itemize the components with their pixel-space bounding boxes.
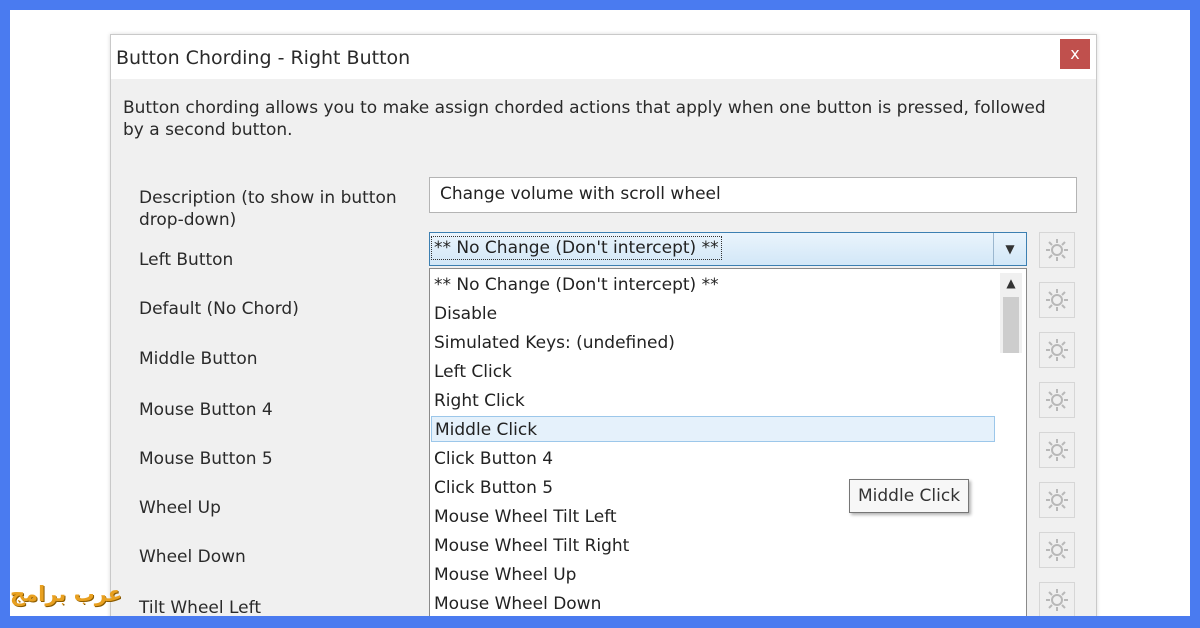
row-label-mouse-button-4: Mouse Button 4	[139, 400, 273, 420]
gear-icon[interactable]	[1039, 382, 1075, 418]
intro-text: Button chording allows you to make assig…	[123, 98, 1046, 140]
dropdown-option-highlighted[interactable]: Middle Click	[431, 416, 995, 442]
close-icon: x	[1070, 44, 1080, 63]
window-title: Button Chording - Right Button	[116, 47, 411, 69]
close-button[interactable]: x	[1060, 39, 1090, 69]
selected-action: ** No Change (Don't intercept) **	[431, 236, 722, 260]
row-label-left-button: Left Button	[139, 250, 234, 270]
dropdown-option[interactable]: ** No Change (Don't intercept) **	[434, 274, 719, 296]
row-label-middle-button: Middle Button	[139, 349, 258, 369]
dropdown-option[interactable]: Right Click	[434, 390, 525, 412]
gear-icon[interactable]	[1039, 232, 1075, 268]
left-button-action-select[interactable]: ** No Change (Don't intercept) ** ▼	[429, 232, 1027, 266]
watermark-logo: عرب برامج	[10, 582, 123, 606]
gear-icon[interactable]	[1039, 282, 1075, 318]
tooltip: Middle Click	[849, 479, 970, 513]
chevron-down-icon[interactable]: ▼	[993, 233, 1026, 265]
gear-icon[interactable]	[1039, 582, 1075, 616]
gear-icon[interactable]	[1039, 482, 1075, 518]
dropdown-option[interactable]: Mouse Wheel Down	[434, 593, 601, 615]
dropdown-option[interactable]: Mouse Wheel Tilt Left	[434, 506, 617, 528]
row-label-wheel-up: Wheel Up	[139, 498, 221, 518]
description-input[interactable]: Change volume with scroll wheel	[429, 177, 1077, 213]
dropdown-option[interactable]: Left Click	[434, 361, 512, 383]
chevron-up-icon[interactable]: ▲	[1000, 273, 1022, 293]
gear-icon[interactable]	[1039, 432, 1075, 468]
gear-icon[interactable]	[1039, 332, 1075, 368]
row-label-mouse-button-5: Mouse Button 5	[139, 449, 273, 469]
dropdown-option[interactable]: Click Button 4	[434, 448, 553, 470]
dropdown-option[interactable]: Disable	[434, 303, 497, 325]
screenshot-frame: Button Chording - Right Button x Button …	[10, 10, 1190, 616]
action-dropdown-list[interactable]: ** No Change (Don't intercept) ** Disabl…	[429, 268, 1027, 616]
row-label-tilt-wheel-left: Tilt Wheel Left	[139, 598, 261, 616]
dropdown-option[interactable]: Mouse Wheel Up	[434, 564, 576, 586]
title-bar: Button Chording - Right Button x	[111, 35, 1096, 79]
row-label-wheel-down: Wheel Down	[139, 547, 246, 567]
description-label-line1: Description (to show in button	[139, 188, 397, 208]
description-label: Description (to show in button drop-down…	[139, 187, 397, 231]
gear-icon[interactable]	[1039, 532, 1075, 568]
dropdown-option[interactable]: Simulated Keys: (undefined)	[434, 332, 675, 354]
dropdown-option[interactable]: Click Button 5	[434, 477, 553, 499]
dropdown-option[interactable]: Mouse Wheel Tilt Right	[434, 535, 629, 557]
scrollbar-thumb[interactable]	[1003, 297, 1019, 353]
dropdown-scrollbar[interactable]: ▲	[1000, 273, 1022, 353]
description-label-line2: drop-down)	[139, 210, 237, 230]
button-chording-dialog: Button Chording - Right Button x Button …	[110, 34, 1097, 616]
row-label-default: Default (No Chord)	[139, 299, 299, 319]
